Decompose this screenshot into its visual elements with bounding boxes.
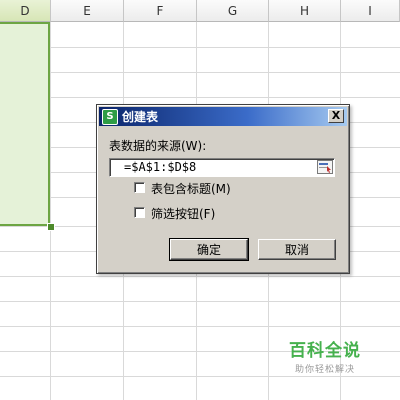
cancel-button[interactable]: 取消 [258, 239, 336, 260]
grid-line [0, 376, 400, 377]
watermark-title: 百科全说 [289, 341, 361, 361]
grid-line [0, 326, 400, 327]
watermark: 百科全说 助你轻松解决 [285, 336, 365, 375]
column-header-e[interactable]: E [51, 0, 124, 22]
column-header-g[interactable]: G [197, 0, 269, 22]
grid-line [0, 72, 400, 73]
selected-range[interactable] [0, 22, 50, 226]
grid-line [0, 276, 400, 277]
dialog-titlebar[interactable]: S 创建表 X [99, 107, 347, 126]
column-header-h[interactable]: H [269, 0, 341, 22]
wps-app-icon: S [102, 108, 118, 125]
range-select-icon[interactable] [316, 159, 334, 175]
filter-buttons-checkbox[interactable] [134, 207, 145, 218]
grid-line [50, 22, 51, 400]
ok-button[interactable]: 确定 [169, 238, 249, 261]
column-header-f[interactable]: F [124, 0, 197, 22]
close-icon: X [331, 109, 341, 122]
watermark-subtitle: 助你轻松解决 [294, 365, 355, 375]
filter-buttons-label[interactable]: 筛选按钮(F) [151, 205, 215, 222]
close-button[interactable]: X [328, 109, 344, 123]
grid-line [0, 301, 400, 302]
fill-handle[interactable] [47, 223, 55, 231]
source-label: 表数据的来源(W): [109, 139, 207, 153]
has-header-label[interactable]: 表包含标题(M) [151, 180, 231, 197]
has-header-checkbox[interactable] [134, 182, 145, 193]
grid-line [0, 97, 400, 98]
column-header-i[interactable]: I [341, 0, 400, 22]
grid-line [0, 47, 400, 48]
dialog-title: 创建表 [122, 110, 159, 124]
column-header-d[interactable]: D [0, 0, 51, 22]
source-range-value[interactable]: =$A$1:$D$8 [124, 160, 196, 174]
create-table-dialog: S 创建表 X 表数据的来源(W): =$A$1:$D$8 表包含标题(M) 筛… [96, 104, 350, 274]
